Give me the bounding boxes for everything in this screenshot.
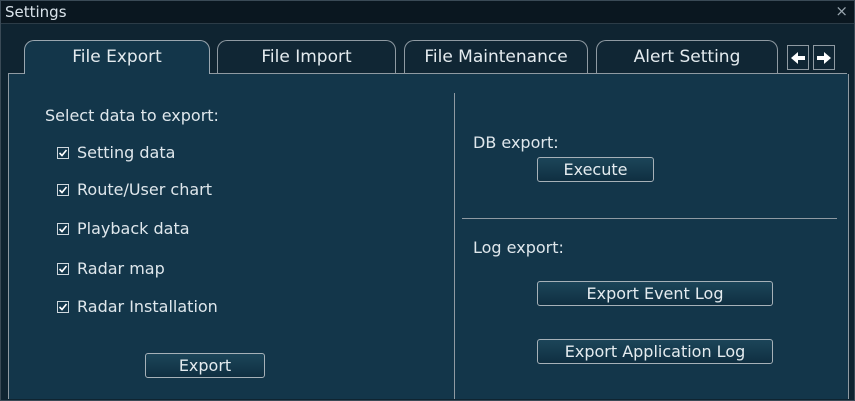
section-divider <box>462 218 837 219</box>
select-data-heading: Select data to export: <box>45 106 219 125</box>
execute-button[interactable]: Execute <box>537 157 654 182</box>
export-button[interactable]: Export <box>145 353 265 378</box>
tab-scroll-right-button[interactable] <box>813 45 835 70</box>
checkbox-checked-icon[interactable] <box>57 184 69 196</box>
checkbox-label: Setting data <box>77 143 176 162</box>
arrow-left-icon <box>791 52 805 64</box>
export-event-log-button[interactable]: Export Event Log <box>537 281 773 306</box>
tab-file-maintenance[interactable]: File Maintenance <box>404 40 588 73</box>
checkbox-label: Radar map <box>77 259 165 278</box>
tab-file-import[interactable]: File Import <box>217 40 396 73</box>
checkbox-checked-icon[interactable] <box>57 263 69 275</box>
checkbox-label: Playback data <box>77 219 190 238</box>
checkbox-label: Radar Installation <box>77 297 218 316</box>
checkbox-checked-icon[interactable] <box>57 147 69 159</box>
title-bar: Settings × <box>1 1 854 24</box>
tab-file-export[interactable]: File Export <box>24 40 210 74</box>
checkbox-checked-icon[interactable] <box>57 223 69 235</box>
tab-scroll-left-button[interactable] <box>787 45 809 70</box>
arrow-right-icon <box>817 52 831 64</box>
db-export-heading: DB export: <box>473 133 559 152</box>
window-title: Settings <box>5 3 67 21</box>
checkbox-label: Route/User chart <box>77 180 212 199</box>
checkbox-checked-icon[interactable] <box>57 301 69 313</box>
export-application-log-button[interactable]: Export Application Log <box>537 339 773 364</box>
column-divider <box>454 93 455 399</box>
tab-alert-setting[interactable]: Alert Setting <box>596 40 778 73</box>
log-export-heading: Log export: <box>473 238 564 257</box>
close-icon[interactable]: × <box>835 2 848 20</box>
